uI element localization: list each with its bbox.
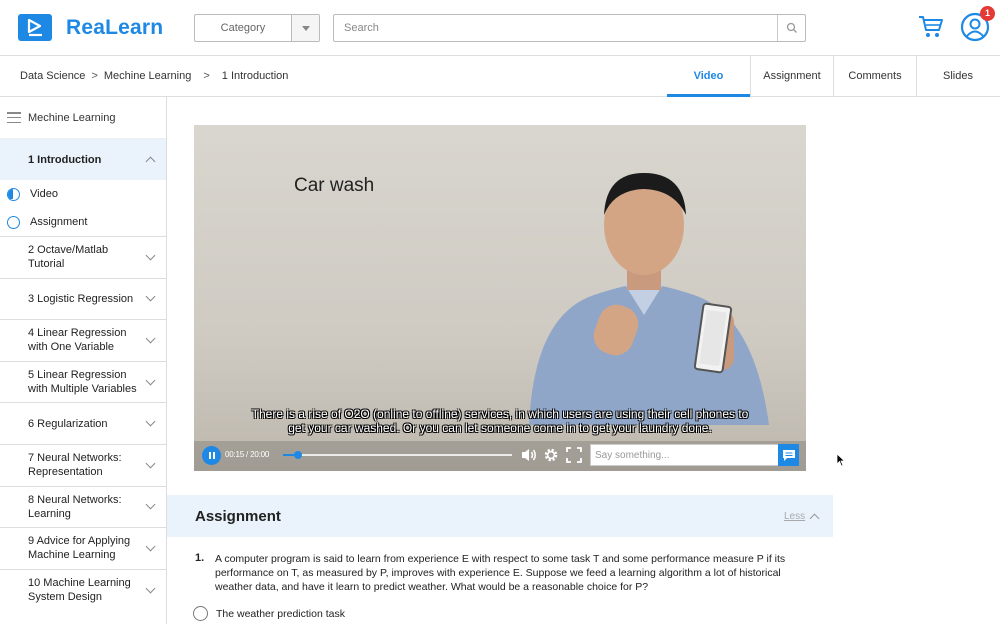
answer-option-label: The weather prediction task <box>216 607 345 620</box>
sidebar-item-label: 1 Introduction <box>28 153 102 166</box>
sidebar-item-chapter[interactable]: 3 Logistic Regression <box>0 277 166 320</box>
sidebar-item-label: 9 Advice for Applying Machine Learning <box>28 535 131 562</box>
chevron-down-icon[interactable] <box>145 250 156 261</box>
breadcrumb-current: 1 Introduction <box>221 70 289 82</box>
fullscreen-icon[interactable] <box>566 447 582 463</box>
sidebar-item-chapter[interactable]: 8 Neural Networks: Learning <box>0 485 166 528</box>
progress-half-icon <box>7 187 20 201</box>
subtitle-line: There is a rise of O2O (online to offlin… <box>251 407 749 421</box>
category-dropdown[interactable]: Category <box>194 14 320 42</box>
subtitle-line: get your car washed. Or you can let some… <box>288 421 712 435</box>
sidebar-item-label: 2 Octave/Matlab Tutorial <box>28 244 109 271</box>
app-name: ReaLearn <box>66 15 164 39</box>
assignment-header: Assignment Less <box>167 495 833 537</box>
comment-input[interactable] <box>590 444 779 466</box>
volume-icon[interactable] <box>520 447 538 463</box>
sidebar-item-label: 4 Linear Regression with One Variable <box>28 327 127 354</box>
sidebar-item-chapter[interactable]: 7 Neural Networks: Representation <box>0 443 166 486</box>
pause-icon[interactable] <box>202 446 221 465</box>
sidebar-title: Mechine Learning <box>28 111 116 124</box>
sidebar-item-label: 10 Machine Learning System Design <box>28 577 131 604</box>
sidebar-item-label: 6 Regularization <box>28 417 108 430</box>
video-slide-text: Car wash <box>294 175 375 196</box>
sidebar-item-label: 8 Neural Networks: Learning <box>28 493 122 520</box>
chevron-down-icon[interactable] <box>145 583 156 593</box>
sidebar-item-chapter[interactable]: 2 Octave/Matlab Tutorial <box>0 236 166 278</box>
sidebar-header[interactable]: Mechine Learning <box>0 97 166 139</box>
sidebar-subitem-label: Assignment <box>30 216 88 228</box>
search-box <box>333 14 806 42</box>
tab-slides[interactable]: Slides <box>916 56 999 97</box>
content-tabs: Video Assignment Comments Slides <box>667 56 999 97</box>
collapse-toggle[interactable]: Less <box>784 511 820 524</box>
sidebar-item-label: 5 Linear Regression with Multiple Variab… <box>28 369 137 396</box>
video-progress-bar[interactable] <box>283 451 512 459</box>
breadcrumb-item[interactable]: Mechine Learning <box>104 70 191 82</box>
breadcrumb: Data Science > Mechine Learning > 1 Intr… <box>20 70 288 82</box>
sub-navigation: Data Science > Mechine Learning > 1 Intr… <box>0 56 1000 97</box>
progress-empty-icon <box>7 215 20 229</box>
chevron-up-icon <box>809 513 820 524</box>
video-time: 00:15 / 20:00 <box>225 450 270 459</box>
chevron-down-icon[interactable] <box>145 499 156 510</box>
breadcrumb-item[interactable]: Data Science <box>20 70 85 82</box>
search-input[interactable] <box>334 15 777 41</box>
chevron-down-icon[interactable] <box>145 333 156 344</box>
radio-button[interactable] <box>193 606 208 621</box>
tab-video[interactable]: Video <box>667 56 750 97</box>
breadcrumb-separator: > <box>91 70 98 82</box>
chevron-down-icon[interactable] <box>145 541 156 552</box>
logo[interactable]: ReaLearn <box>18 14 163 41</box>
settings-gear-icon[interactable] <box>543 447 559 463</box>
question-text: A computer program is said to learn from… <box>215 553 786 593</box>
progress-handle[interactable] <box>293 451 302 459</box>
tab-assignment[interactable]: Assignment <box>750 56 833 97</box>
sidebar-item-label: 7 Neural Networks: Representation <box>28 452 122 479</box>
question-number: 1. <box>195 552 205 564</box>
tab-comments[interactable]: Comments <box>833 56 916 97</box>
sidebar-item-chapter[interactable]: 5 Linear Regression with Multiple Variab… <box>0 360 166 403</box>
send-comment-icon[interactable] <box>778 444 799 466</box>
chevron-down-icon[interactable] <box>145 458 156 469</box>
mouse-cursor-icon <box>836 453 846 467</box>
top-header: ReaLearn Category 1 <box>0 0 1000 56</box>
sidebar-item-chapter[interactable]: 10 Machine Learning System Design <box>0 568 166 611</box>
answer-option[interactable]: The weather prediction task <box>193 606 345 621</box>
sidebar-item-label: 3 Logistic Regression <box>28 292 134 305</box>
video-player[interactable]: Car wash There is a rise of O2O (online … <box>194 125 806 471</box>
search-icon[interactable] <box>777 15 805 41</box>
chevron-up-icon[interactable] <box>145 156 156 167</box>
sidebar-subitem-assignment[interactable]: Assignment <box>0 208 166 236</box>
chevron-down-icon[interactable] <box>145 291 156 302</box>
video-subtitles: There is a rise of O2O (online to offlin… <box>194 407 806 435</box>
sidebar-item-chapter[interactable]: 4 Linear Regression with One Variable <box>0 319 166 361</box>
notification-badge: 1 <box>980 6 995 21</box>
caret-down-icon[interactable] <box>291 15 319 41</box>
menu-icon[interactable] <box>7 112 21 123</box>
sidebar-item-introduction[interactable]: 1 Introduction <box>0 139 166 180</box>
assignment-title: Assignment <box>195 508 281 525</box>
collapse-label: Less <box>784 511 806 522</box>
course-sidebar: Mechine Learning 1 Introduction Video As… <box>0 97 167 624</box>
sidebar-subitem-video[interactable]: Video <box>0 180 166 208</box>
chevron-down-icon[interactable] <box>145 416 156 427</box>
sidebar-item-chapter[interactable]: 9 Advice for Applying Machine Learning <box>0 527 166 569</box>
category-label: Category <box>220 22 266 34</box>
play-logo-icon <box>18 14 52 41</box>
cart-icon[interactable] <box>918 15 944 42</box>
chevron-down-icon[interactable] <box>145 375 156 386</box>
sidebar-item-chapter[interactable]: 6 Regularization <box>0 402 166 444</box>
breadcrumb-separator: > <box>203 70 210 82</box>
sidebar-subitem-label: Video <box>30 188 58 200</box>
presenter-figure <box>529 173 769 425</box>
video-controls: 00:15 / 20:00 <box>194 441 806 471</box>
